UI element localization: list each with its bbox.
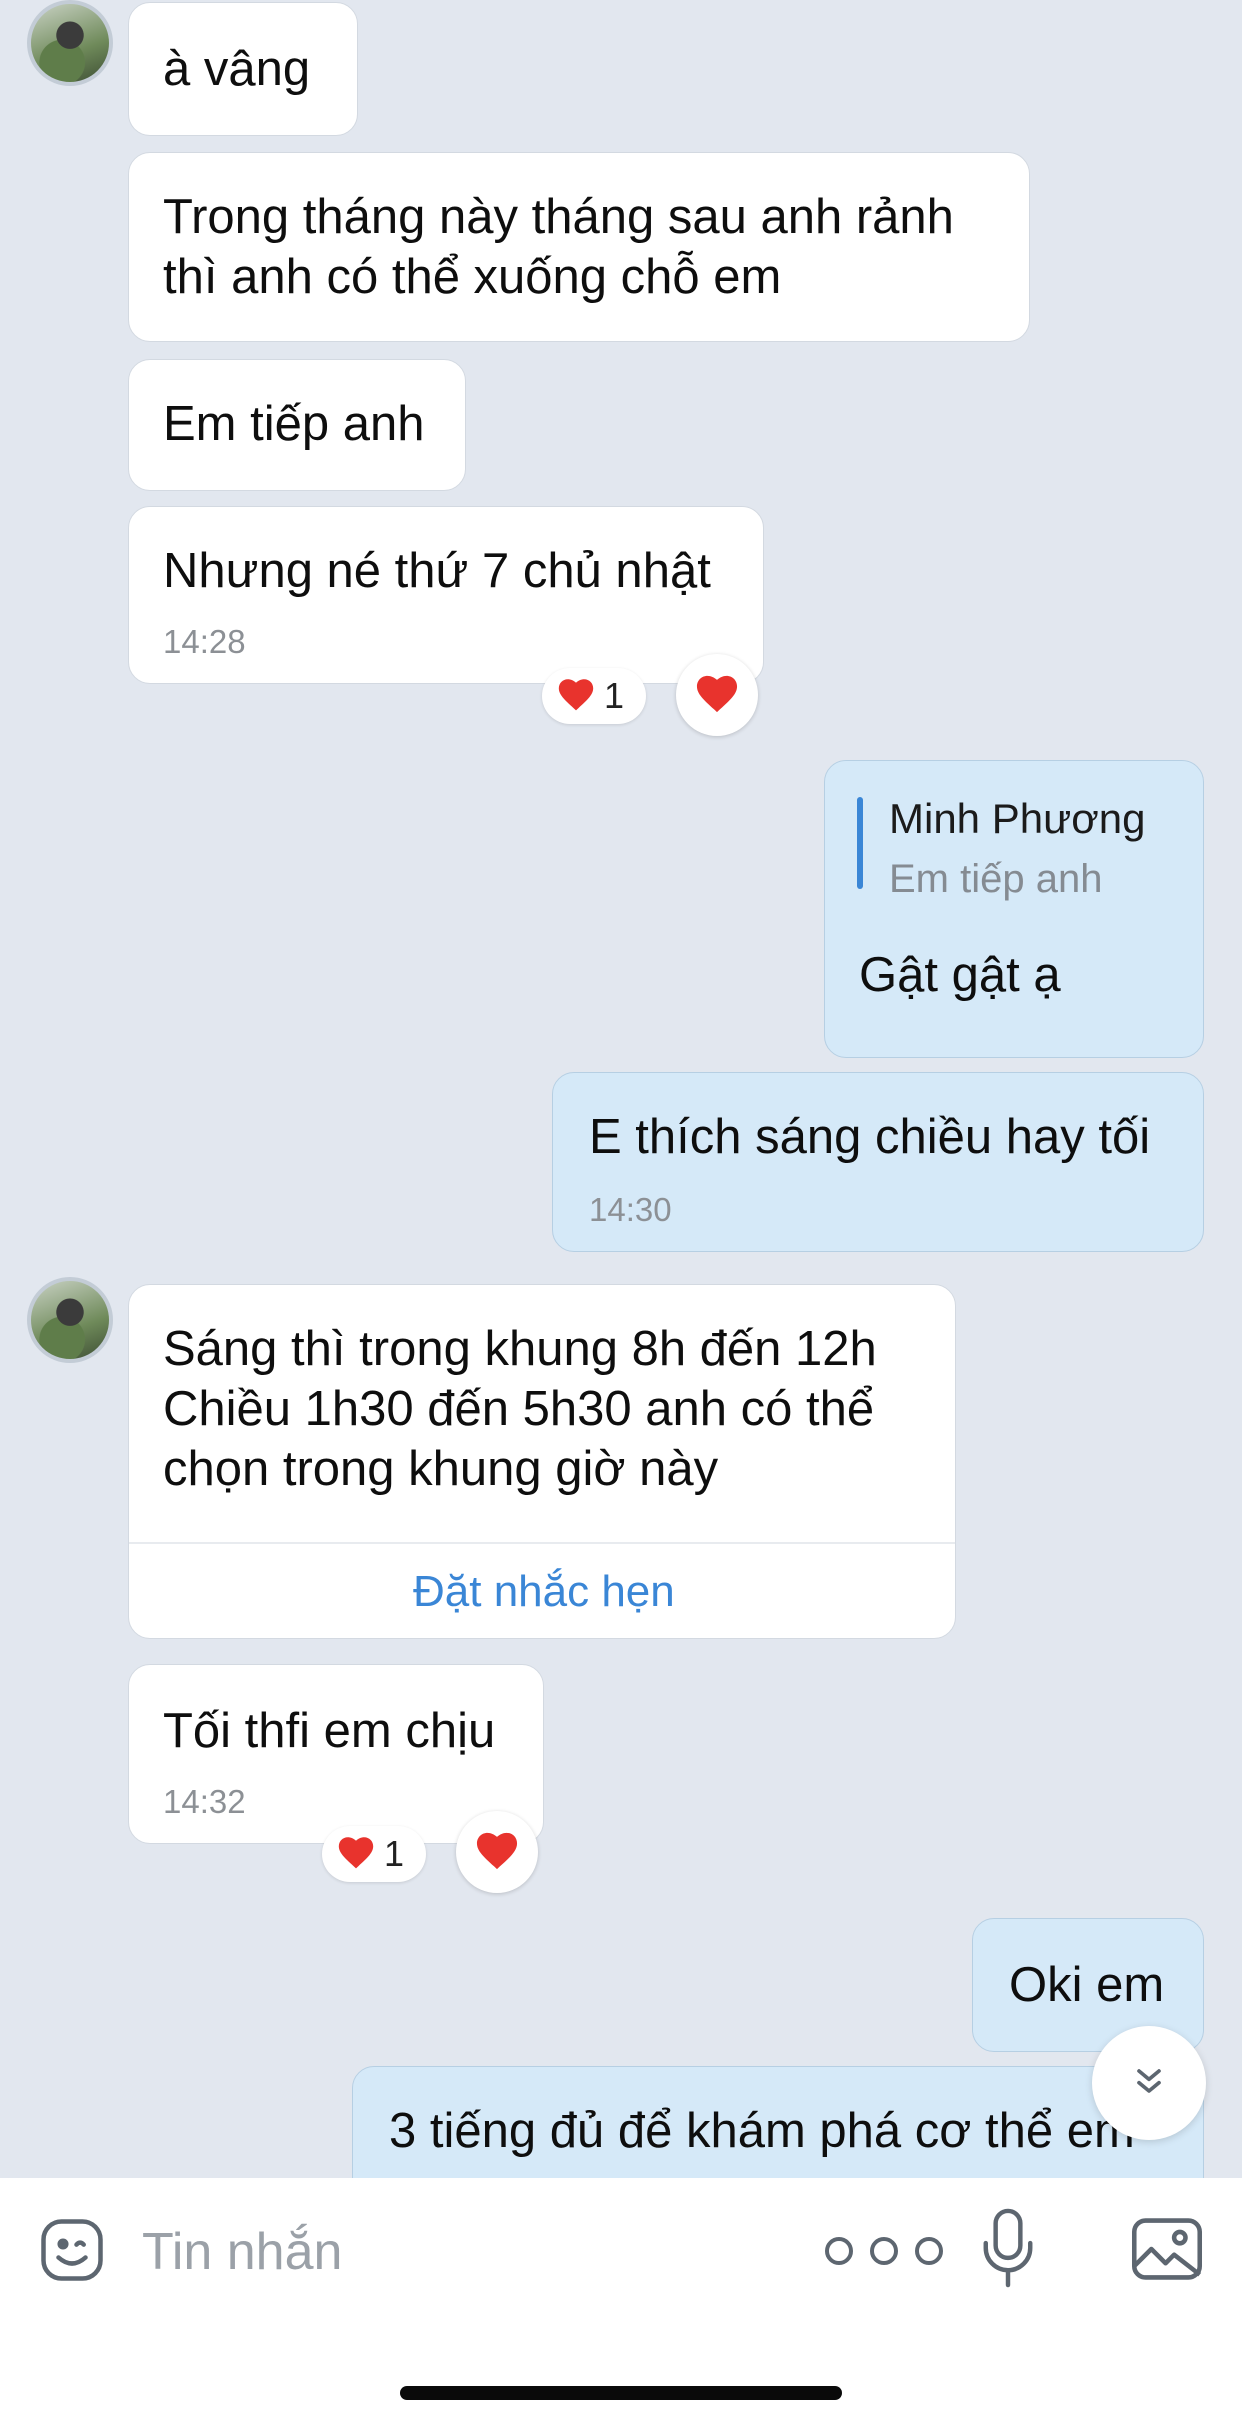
outgoing-message-bubble[interactable]: E thích sáng chiều hay tối 14:30 <box>552 1072 1204 1252</box>
message-text: Gật gật ạ <box>859 948 1061 1002</box>
reply-quote-bar <box>857 797 863 889</box>
reply-quote-sender: Minh Phương <box>889 795 1146 842</box>
reaction-count: 1 <box>604 675 625 716</box>
reaction-summary[interactable]: 1 <box>542 668 646 724</box>
scroll-to-bottom-button[interactable] <box>1092 2026 1206 2140</box>
heart-icon <box>336 1834 376 1875</box>
message-text-line: Chiều 1h30 đến 5h30 anh có thể <box>163 1382 875 1436</box>
home-indicator[interactable] <box>400 2386 842 2400</box>
contact-avatar[interactable] <box>27 1277 113 1363</box>
heart-icon <box>474 1829 520 1876</box>
outgoing-message-bubble[interactable]: Minh Phương Em tiếp anh Gật gật ạ <box>824 760 1204 1058</box>
react-button[interactable] <box>456 1811 538 1893</box>
sticker-icon[interactable] <box>36 2214 108 2291</box>
message-timestamp: 14:30 <box>589 1191 672 1228</box>
react-button[interactable] <box>676 654 758 736</box>
more-icon[interactable] <box>822 2234 946 2273</box>
incoming-message-bubble[interactable]: à vâng <box>128 2 358 136</box>
incoming-message-bubble[interactable]: Nhưng né thứ 7 chủ nhật 14:28 <box>128 506 764 684</box>
message-text: Oki em <box>1009 1958 1165 2012</box>
incoming-message-bubble[interactable]: Em tiếp anh <box>128 359 466 491</box>
message-timestamp: 14:28 <box>163 623 246 660</box>
message-text: Tối thfi em chịu <box>163 1704 496 1758</box>
message-text: E thích sáng chiều hay tối <box>589 1110 1151 1164</box>
reply-quote-text: Em tiếp anh <box>889 857 1103 901</box>
set-reminder-button[interactable]: Đặt nhắc hẹn <box>413 1567 675 1617</box>
message-divider <box>129 1542 955 1544</box>
reaction-count: 1 <box>384 1833 405 1874</box>
message-text: à vâng <box>163 42 311 96</box>
incoming-message-bubble[interactable]: Sáng thì trong khung 8h đến 12h Chiều 1h… <box>128 1284 956 1639</box>
contact-avatar[interactable] <box>27 0 113 86</box>
message-timestamp: 14:32 <box>163 1783 246 1820</box>
reaction-summary[interactable]: 1 <box>322 1826 426 1882</box>
scroll-down-icon <box>1129 2061 1169 2106</box>
incoming-message-bubble[interactable]: Trong tháng này tháng sau anh rảnh thì a… <box>128 152 1030 342</box>
message-text-line: chọn trong khung giờ này <box>163 1442 719 1496</box>
message-text: Nhưng né thứ 7 chủ nhật <box>163 544 711 598</box>
heart-icon <box>694 672 740 719</box>
heart-icon <box>556 676 596 717</box>
image-icon[interactable] <box>1130 2214 1204 2289</box>
message-text-line: Sáng thì trong khung 8h đến 12h <box>163 1322 877 1376</box>
message-text: Em tiếp anh <box>163 397 425 451</box>
message-text-line: Trong tháng này tháng sau anh rảnh <box>163 190 954 244</box>
message-input[interactable]: Tin nhắn <box>142 2222 342 2282</box>
message-text-line: thì anh có thể xuống chỗ em <box>163 250 782 304</box>
message-composer: Tin nhắn <box>0 2178 1242 2421</box>
message-text: 3 tiếng đủ để khám phá cơ thể em <box>389 2104 1135 2158</box>
microphone-icon[interactable] <box>978 2206 1038 2295</box>
